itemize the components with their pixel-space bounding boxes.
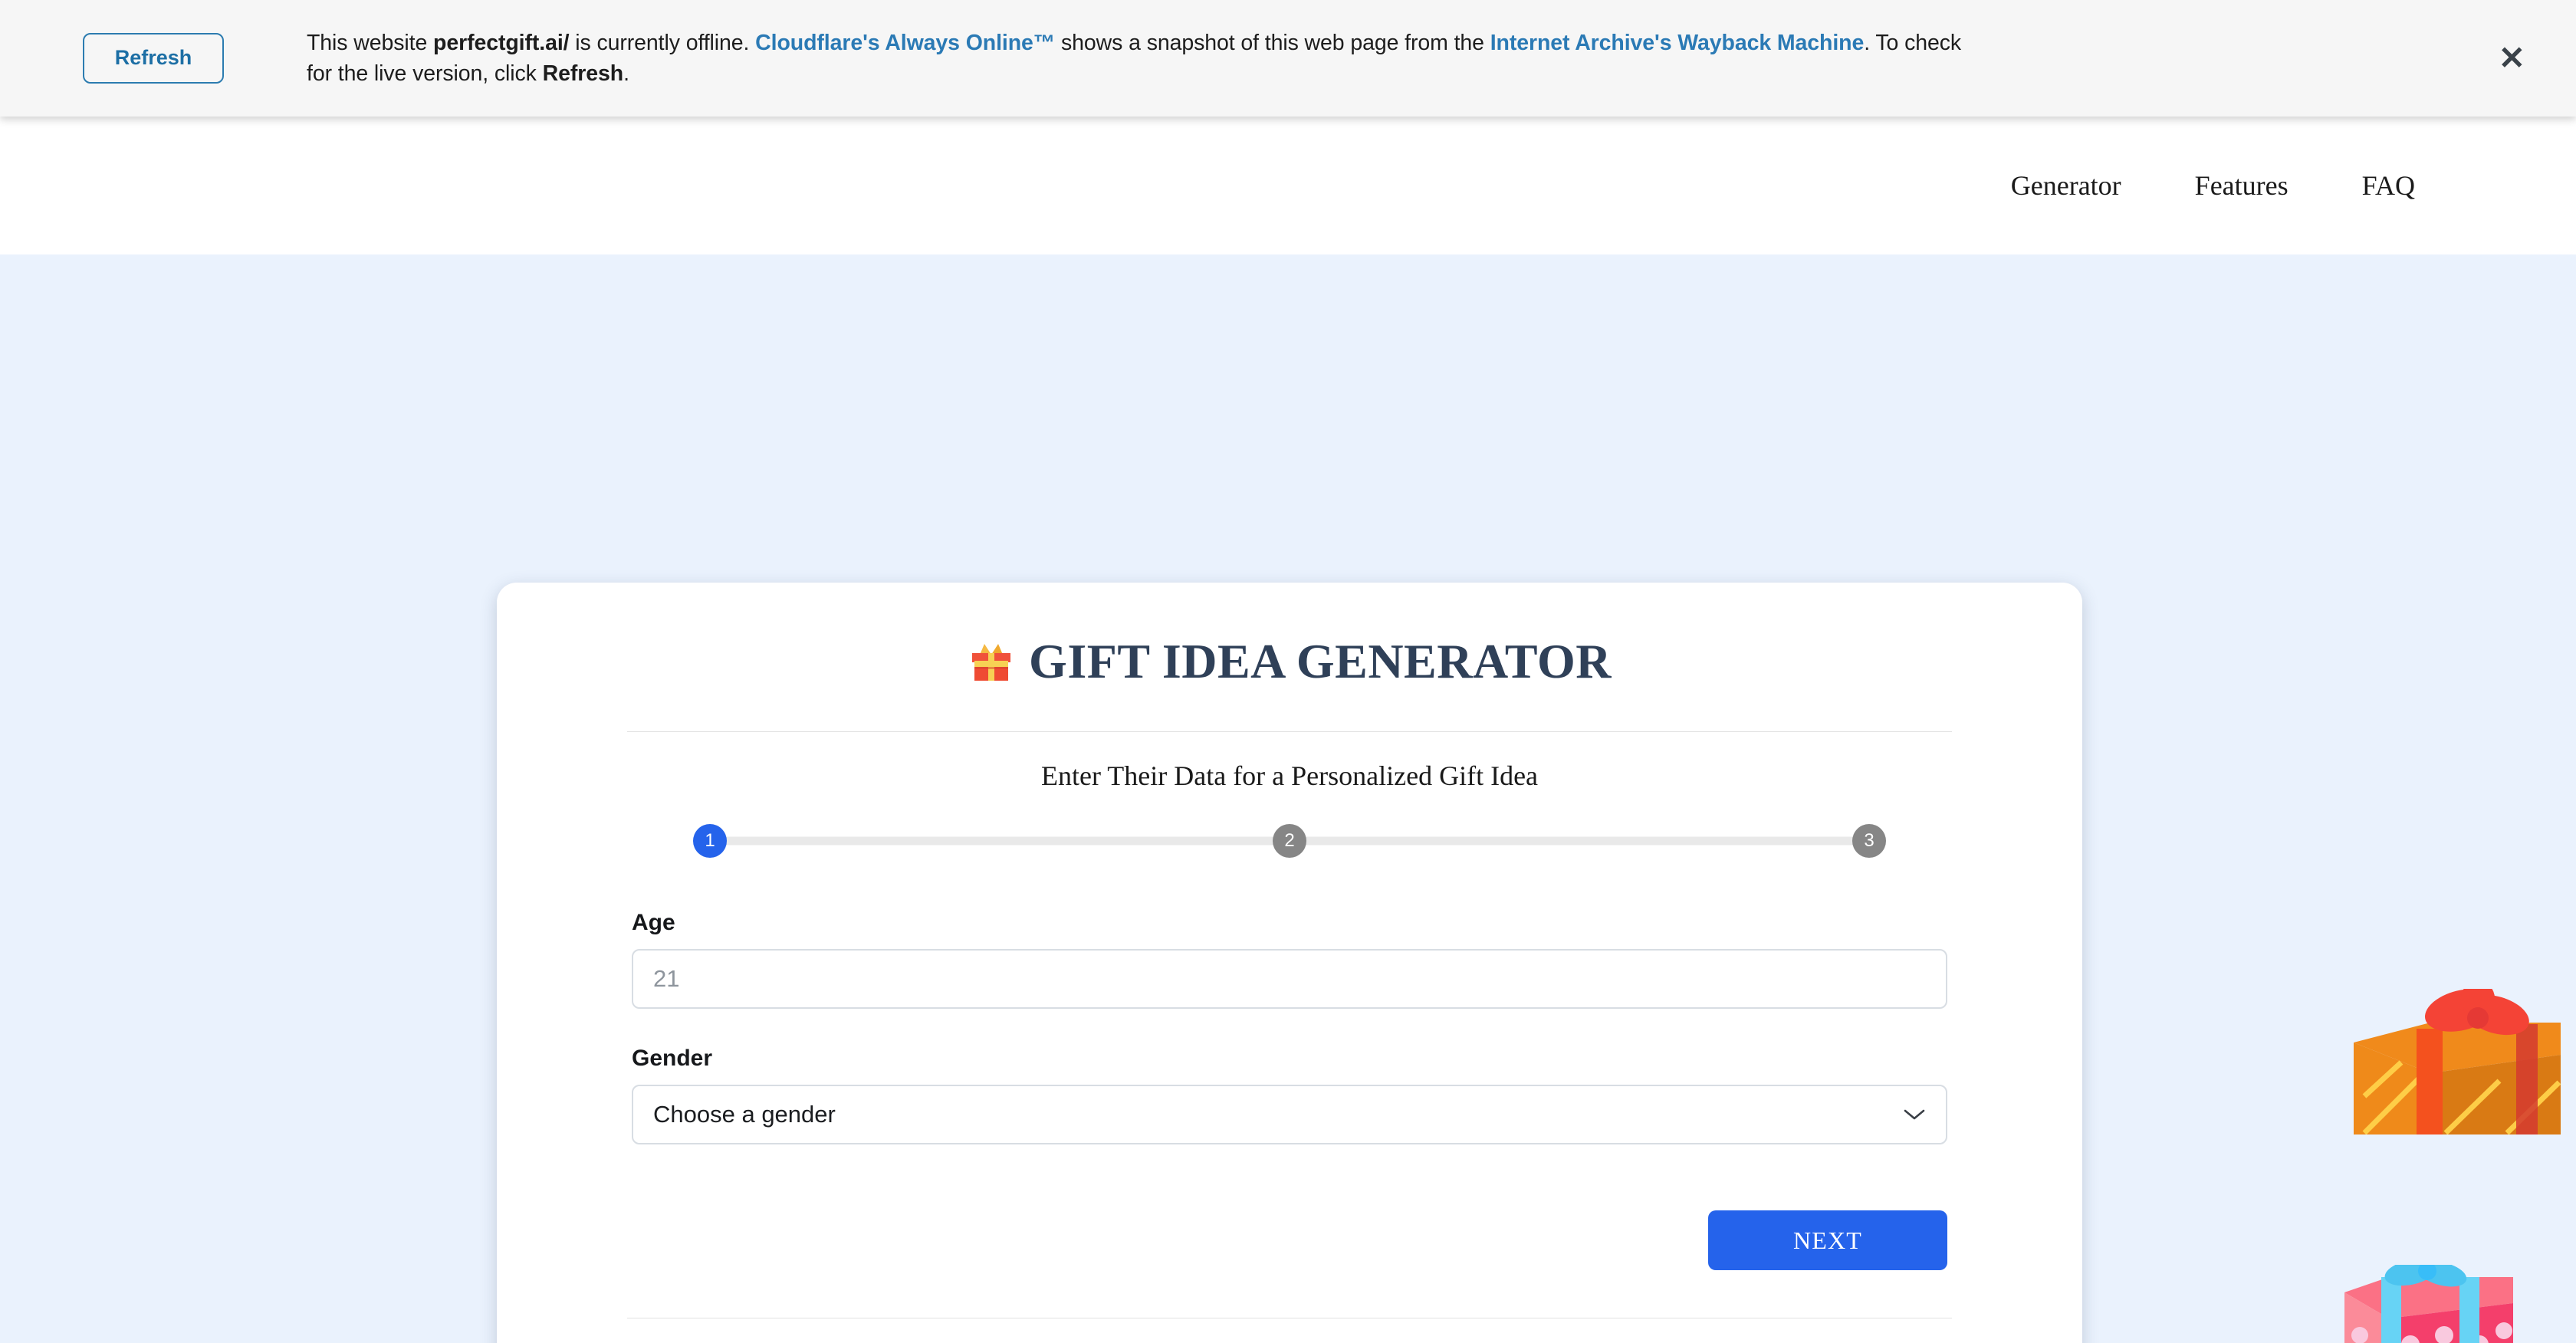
orange-gift-box-decoration xyxy=(2346,989,2561,1134)
site-navigation: Generator Features FAQ xyxy=(0,117,2576,254)
next-button[interactable]: NEXT xyxy=(1708,1210,1947,1270)
card-subtitle: Enter Their Data for a Personalized Gift… xyxy=(1040,760,1539,791)
banner-refresh-word: Refresh xyxy=(542,61,624,86)
nav-link-features[interactable]: Features xyxy=(2195,169,2288,202)
step-progress-indicator: 1 2 3 xyxy=(693,824,1886,858)
gift-box-icon xyxy=(968,638,1015,698)
close-icon[interactable]: ✕ xyxy=(2491,39,2533,77)
refresh-button-container: Refresh xyxy=(0,33,307,84)
gender-field-group: Gender Choose a gender xyxy=(632,1046,1947,1144)
nav-link-faq[interactable]: FAQ xyxy=(2362,169,2415,202)
step-indicator-3[interactable]: 3 xyxy=(1852,824,1886,858)
pink-gift-box-decoration-right xyxy=(2337,1265,2521,1343)
page-body: GIFT IDEA GENERATOR Enter Their Data for… xyxy=(0,254,2576,1343)
gender-label: Gender xyxy=(632,1046,713,1071)
age-label: Age xyxy=(632,910,675,935)
page-title-text: GIFT IDEA GENERATOR xyxy=(1029,634,1612,688)
age-input[interactable] xyxy=(632,949,1947,1009)
gift-form: Age Gender Choose a gender NEXT xyxy=(543,910,2036,1270)
age-field-group: Age xyxy=(632,910,1947,1009)
cloudflare-offline-banner: Refresh This website perfectgift.ai/ is … xyxy=(0,0,2576,117)
banner-message: This website perfectgift.ai/ is currentl… xyxy=(307,28,1990,90)
cloudflare-always-online-link[interactable]: Cloudflare's Always Online™ xyxy=(755,31,1055,55)
step-indicator-2[interactable]: 2 xyxy=(1273,824,1306,858)
nav-links: Generator Features FAQ xyxy=(2011,169,2415,202)
banner-text-2: is currently offline. xyxy=(569,30,756,55)
gender-select[interactable]: Choose a gender xyxy=(632,1085,1947,1144)
form-actions: NEXT xyxy=(632,1210,1947,1270)
step-indicator-1[interactable]: 1 xyxy=(693,824,727,858)
nav-link-generator[interactable]: Generator xyxy=(2011,169,2121,202)
gender-select-wrapper: Choose a gender xyxy=(632,1085,1947,1144)
title-divider xyxy=(627,731,1952,732)
page-title: GIFT IDEA GENERATOR xyxy=(543,622,2036,698)
banner-site-name: perfectgift.ai/ xyxy=(433,30,570,55)
gift-generator-card: GIFT IDEA GENERATOR Enter Their Data for… xyxy=(497,583,2082,1343)
banner-text-5: . xyxy=(623,61,629,86)
banner-text-1: This website xyxy=(307,30,434,55)
banner-text-3: shows a snapshot of this web page from t… xyxy=(1055,30,1490,55)
wayback-machine-link[interactable]: Internet Archive's Wayback Machine xyxy=(1490,31,1865,55)
refresh-button[interactable]: Refresh xyxy=(82,33,225,84)
